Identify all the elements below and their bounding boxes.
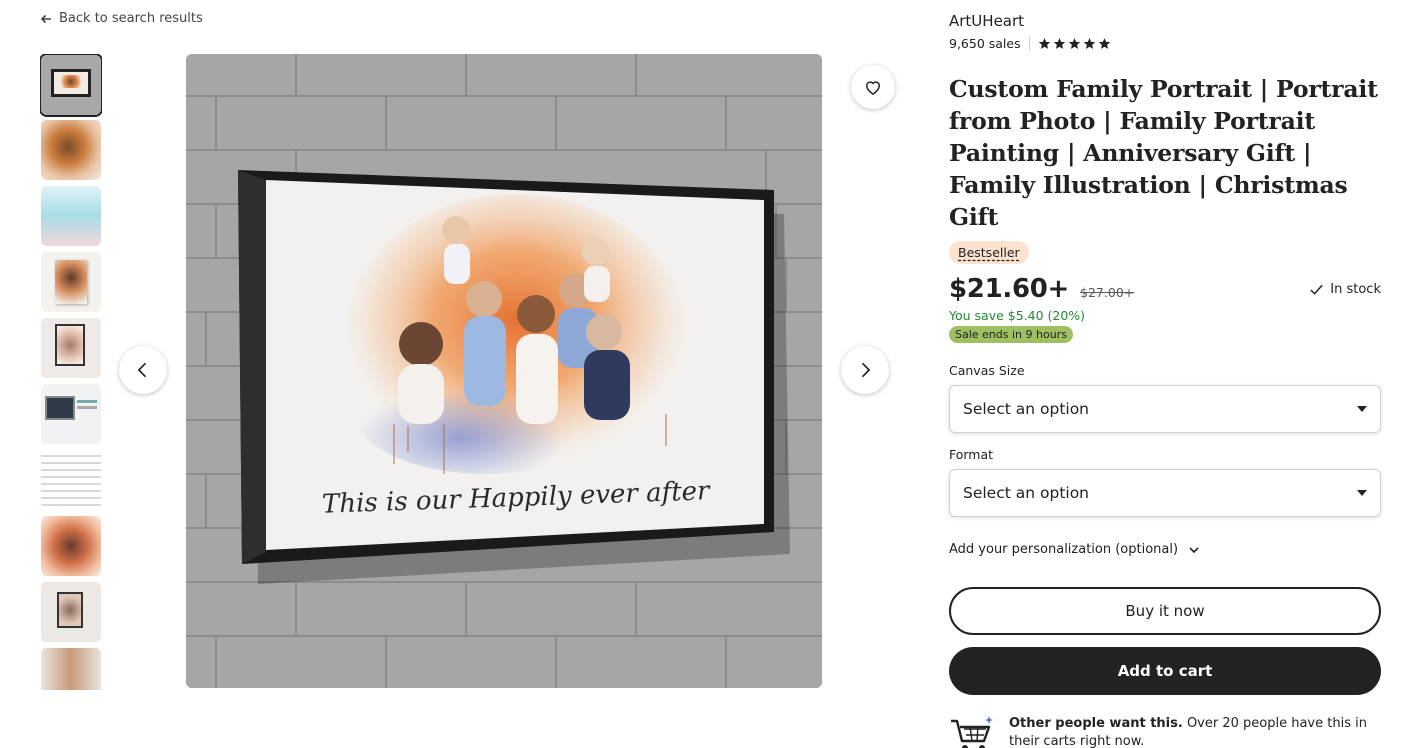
social-proof-text: Other people want this. Over 20 people h… xyxy=(1009,715,1381,748)
favorite-button[interactable] xyxy=(851,65,895,109)
caret-down-icon xyxy=(1357,490,1367,496)
personalization-label: Add your personalization (optional) xyxy=(949,542,1179,557)
star-icon xyxy=(1053,38,1065,49)
previous-image-button[interactable] xyxy=(119,346,167,394)
add-to-cart-button[interactable]: Add to cart xyxy=(949,647,1381,695)
star-icon xyxy=(1068,38,1080,49)
thumbnail-5[interactable] xyxy=(41,318,101,378)
thumbnail-10[interactable] xyxy=(41,648,101,690)
thumbnail-strip[interactable] xyxy=(40,54,102,690)
main-product-image[interactable]: This is our Happily ever after xyxy=(186,54,822,688)
thumbnail-4[interactable] xyxy=(41,252,101,312)
savings-text: You save $5.40 (20%) xyxy=(949,308,1086,323)
thumbnail-8[interactable] xyxy=(41,516,101,576)
listing-title: Custom Family Portrait | Portrait from P… xyxy=(949,75,1378,231)
shopping-cart-icon xyxy=(951,716,993,748)
heart-icon xyxy=(865,81,881,95)
thumbnail-7[interactable] xyxy=(41,450,101,510)
thumbnail-6[interactable] xyxy=(41,384,101,444)
format-label: Format xyxy=(949,447,994,462)
checkmark-icon xyxy=(1310,284,1323,295)
price-row: $21.60+ $27.00+ In stock xyxy=(949,274,1381,304)
current-price: $21.60+ xyxy=(949,274,1070,304)
listing-details: ArtUHeart 9,650 sales Custom Family Port… xyxy=(949,12,1381,748)
divider xyxy=(1028,37,1030,50)
original-price: $27.00+ xyxy=(1080,285,1135,300)
next-image-button[interactable] xyxy=(841,346,889,394)
thumbnail-1[interactable] xyxy=(40,54,102,117)
arrow-left-icon xyxy=(40,14,51,23)
shop-name-link[interactable]: ArtUHeart xyxy=(949,12,1381,30)
canvas-size-value: Select an option xyxy=(963,400,1090,418)
shop-sales-rating: 9,650 sales xyxy=(949,36,1381,51)
social-proof-notice: Other people want this. Over 20 people h… xyxy=(949,715,1381,748)
thumbnail-9[interactable] xyxy=(41,582,101,642)
back-link-label: Back to search results xyxy=(59,11,203,26)
personalization-toggle[interactable]: Add your personalization (optional) xyxy=(949,542,1381,557)
sales-count: 9,650 sales xyxy=(949,36,1021,51)
star-rating[interactable] xyxy=(1038,37,1111,50)
back-to-search-link[interactable]: Back to search results xyxy=(40,11,203,26)
sale-ends-badge: Sale ends in 9 hours xyxy=(949,326,1073,343)
star-icon xyxy=(1098,38,1110,49)
stock-label: In stock xyxy=(1330,282,1381,297)
thumbnail-2[interactable] xyxy=(41,120,101,180)
thumbnail-3[interactable] xyxy=(41,186,101,246)
caret-down-icon xyxy=(1357,406,1367,412)
chevron-left-icon xyxy=(137,362,147,378)
format-value: Select an option xyxy=(963,484,1090,502)
stock-status: In stock xyxy=(1309,282,1381,297)
bestseller-badge[interactable]: Bestseller xyxy=(949,241,1029,264)
chevron-right-icon xyxy=(861,362,871,378)
canvas-size-label: Canvas Size xyxy=(949,363,1025,378)
chevron-down-icon xyxy=(1189,546,1199,553)
social-proof-bold: Other people want this. xyxy=(1009,716,1183,731)
star-icon xyxy=(1083,38,1095,49)
star-icon xyxy=(1038,38,1050,49)
format-select[interactable]: Select an option xyxy=(949,469,1381,517)
canvas-size-select[interactable]: Select an option xyxy=(949,385,1381,433)
buy-now-button[interactable]: Buy it now xyxy=(949,587,1381,635)
